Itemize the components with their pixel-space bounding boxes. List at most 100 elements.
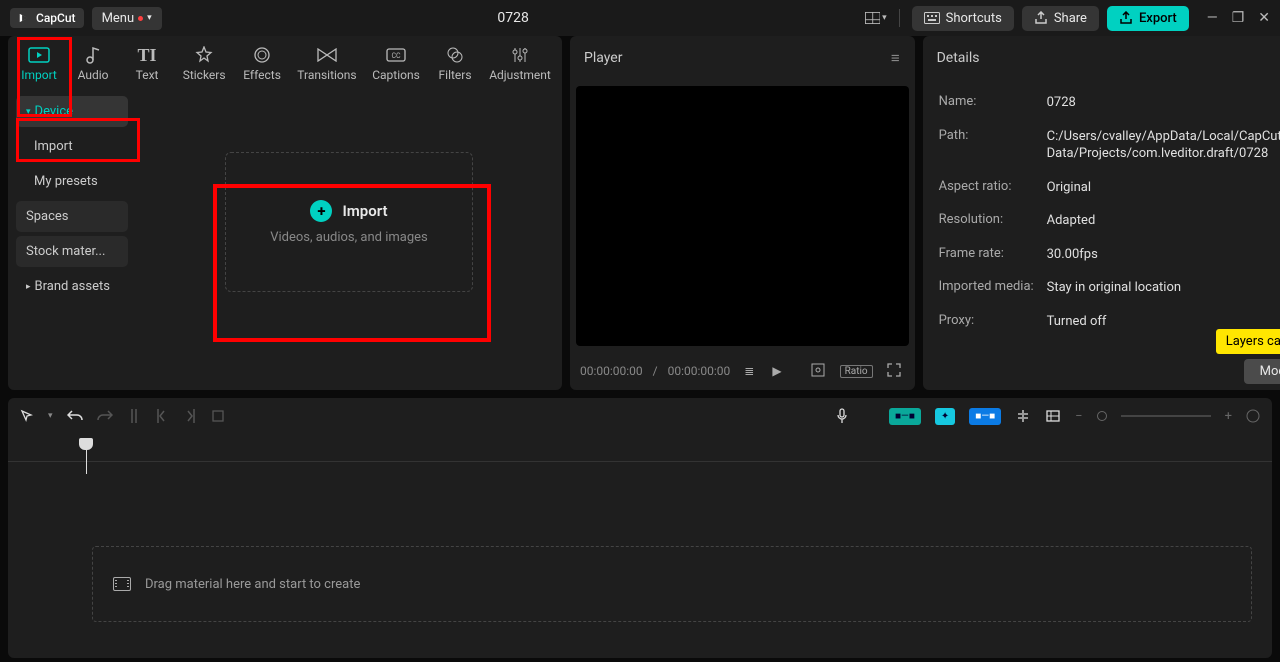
fullscreen-icon[interactable]: [883, 361, 905, 382]
player-viewport[interactable]: [576, 86, 909, 346]
track-chip-3[interactable]: ■—■: [969, 408, 1001, 425]
delete-icon[interactable]: [211, 409, 225, 423]
details-header: Details: [923, 36, 1280, 80]
hamburger-icon[interactable]: ≡: [891, 49, 901, 67]
import-icon: [28, 46, 50, 64]
shortcuts-label: Shortcuts: [946, 11, 1002, 26]
export-label: Export: [1139, 11, 1177, 26]
minimize-icon[interactable]: —: [1207, 10, 1218, 26]
timeline-ruler[interactable]: [8, 434, 1272, 462]
dropzone-title: Import: [342, 202, 387, 220]
redo-icon[interactable]: [97, 409, 113, 423]
crop-icon[interactable]: [1045, 409, 1061, 423]
audio-icon: [82, 46, 104, 64]
track-chip-2[interactable]: ✦: [935, 408, 955, 425]
player-controls: 00:00:00:00 / 00:00:00:00 ≣ ▶ Ratio: [570, 352, 915, 390]
plus-icon: +: [310, 200, 332, 222]
app-name: CapCut: [36, 11, 76, 25]
split-icon[interactable]: [127, 408, 141, 424]
pointer-dropdown-icon[interactable]: ▾: [48, 411, 53, 421]
pointer-icon[interactable]: [20, 409, 34, 423]
share-button[interactable]: Share: [1022, 6, 1099, 31]
media-body: ▾ Device Import My presets Spaces Stock m…: [8, 90, 562, 390]
sidebar-item-presets[interactable]: My presets: [16, 166, 128, 197]
maximize-icon[interactable]: ❐: [1232, 10, 1245, 26]
text-icon: TI: [136, 46, 158, 64]
detail-imported: Imported media:Stay in original location: [939, 271, 1280, 305]
tab-label: Stickers: [183, 68, 226, 82]
ratio-button[interactable]: Ratio: [840, 365, 873, 378]
focus-icon[interactable]: [806, 360, 830, 383]
tab-label: Transitions: [297, 68, 356, 82]
split-right-icon[interactable]: [183, 408, 197, 424]
dropzone-title-row: + Import: [310, 200, 387, 222]
play-icon[interactable]: ▶: [768, 362, 785, 380]
media-tabs: Import Audio TI Text Stickers Effects Tra…: [8, 36, 562, 90]
svg-text:CC: CC: [391, 52, 401, 60]
sidebar-item-import[interactable]: Import: [16, 131, 128, 162]
align-icon[interactable]: [1015, 409, 1031, 423]
menu-dot-icon: [138, 16, 143, 21]
media-panel: Import Audio TI Text Stickers Effects Tra…: [8, 36, 562, 390]
sidebar-item-stock[interactable]: Stock mater...: [16, 236, 128, 267]
mic-icon[interactable]: [835, 408, 849, 424]
fit-icon[interactable]: [1246, 409, 1260, 423]
tab-stickers[interactable]: Stickers: [180, 42, 228, 90]
tab-label: Adjustment: [489, 68, 551, 82]
split-left-icon[interactable]: [155, 408, 169, 424]
adjustment-icon: [509, 46, 531, 64]
tab-audio[interactable]: Audio: [72, 42, 114, 90]
empty-track-label: Drag material here and start to create: [145, 577, 360, 592]
tooltip: Layers can be: [1216, 329, 1280, 354]
list-icon[interactable]: ≣: [740, 362, 758, 380]
export-button[interactable]: Export: [1107, 6, 1189, 31]
zoom-track[interactable]: [1121, 415, 1211, 417]
tab-label: Effects: [243, 68, 281, 82]
sidebar-item-spaces[interactable]: Spaces: [16, 201, 128, 232]
tab-transitions[interactable]: Transitions: [296, 42, 358, 90]
layout-icon[interactable]: ▾: [865, 7, 887, 29]
menu-label: Menu: [102, 11, 135, 26]
titlebar: CapCut Menu ▾ 0728 ▾ Shortcuts Share Exp…: [0, 0, 1280, 36]
share-label: Share: [1054, 11, 1087, 26]
current-time: 00:00:00:00: [580, 364, 643, 378]
sidebar-label: Import: [34, 139, 73, 154]
undo-icon[interactable]: [67, 409, 83, 423]
tab-label: Audio: [78, 68, 109, 82]
chevron-down-icon: ▾: [26, 107, 31, 117]
time-separator: /: [653, 364, 658, 378]
sidebar-label: Brand assets: [35, 279, 110, 294]
sidebar-item-brand[interactable]: ▸ Brand assets: [16, 271, 128, 302]
sidebar-label: Device: [35, 104, 74, 119]
stickers-icon: [193, 46, 215, 64]
modify-button[interactable]: Modify: [1244, 359, 1280, 384]
window-controls: — ❐ ✕: [1207, 10, 1270, 26]
sidebar-item-device[interactable]: ▾ Device: [16, 96, 128, 127]
tab-effects[interactable]: Effects: [240, 42, 284, 90]
timeline-toolbar: ▾ ■—■ ✦ ■—■ − +: [8, 398, 1272, 434]
detail-resolution: Resolution:Adapted: [939, 204, 1280, 238]
tab-filters[interactable]: Filters: [434, 42, 476, 90]
zoom-slider[interactable]: [1097, 411, 1107, 421]
detail-name: Name:0728: [939, 86, 1280, 120]
filters-icon: [444, 46, 466, 64]
zoom-in-icon[interactable]: +: [1225, 409, 1232, 424]
empty-track[interactable]: Drag material here and start to create: [92, 546, 1252, 622]
chevron-right-icon: ▸: [26, 282, 31, 292]
chevron-down-icon: ▾: [147, 13, 152, 23]
details-title: Details: [937, 50, 980, 66]
tab-adjustment[interactable]: Adjustment: [488, 42, 552, 90]
shortcuts-button[interactable]: Shortcuts: [912, 6, 1014, 31]
import-dropzone[interactable]: + Import Videos, audios, and images: [225, 152, 473, 292]
tab-label: Filters: [439, 68, 472, 82]
tab-import[interactable]: Import: [18, 42, 60, 90]
tab-captions[interactable]: CCCaptions: [370, 42, 422, 90]
sidebar-label: Stock mater...: [26, 244, 105, 259]
tab-label: Text: [136, 68, 159, 82]
menu-button[interactable]: Menu ▾: [92, 7, 162, 30]
timeline[interactable]: Drag material here and start to create: [8, 434, 1272, 658]
track-chip-1[interactable]: ■—■: [889, 408, 921, 425]
zoom-out-icon[interactable]: −: [1075, 409, 1082, 424]
close-icon[interactable]: ✕: [1258, 10, 1270, 26]
tab-text[interactable]: TI Text: [126, 42, 168, 90]
